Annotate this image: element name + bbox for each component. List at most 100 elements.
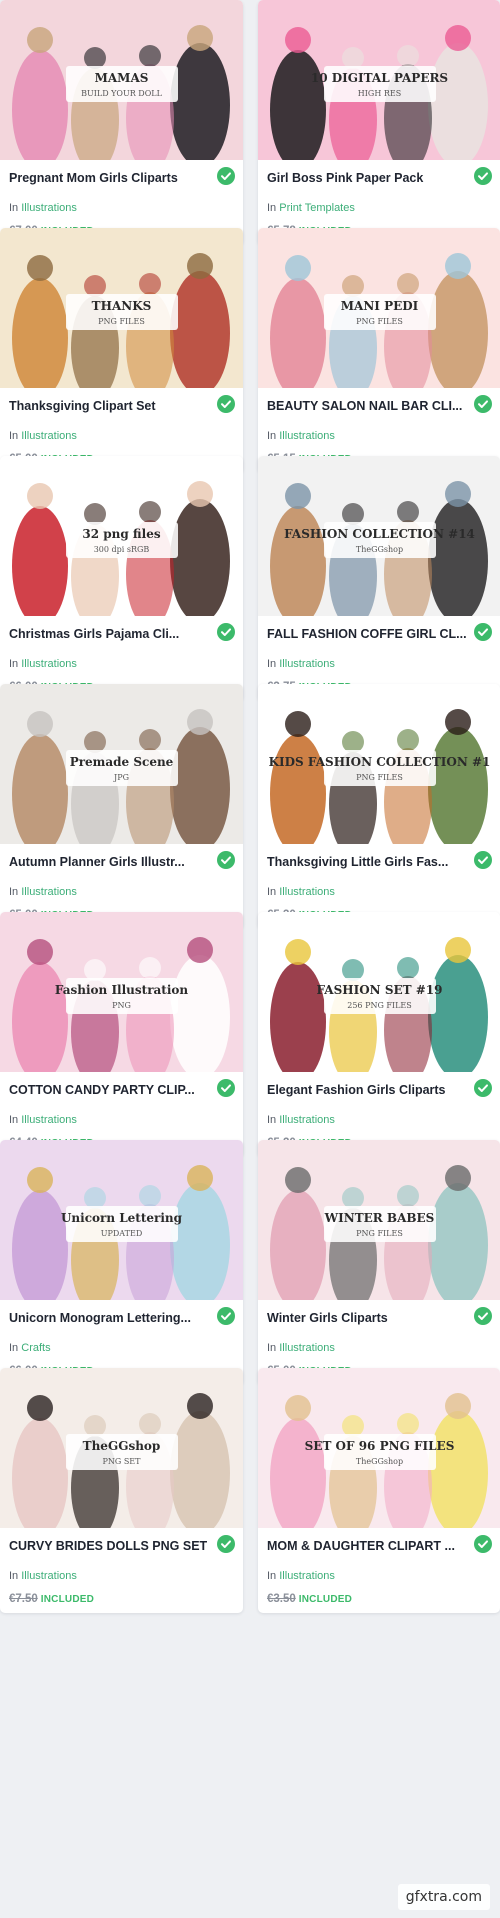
old-price: €7.50: [9, 1593, 38, 1605]
product-title[interactable]: COTTON CANDY PARTY CLIP...: [9, 1083, 209, 1097]
product-card[interactable]: FASHION COLLECTION #14 TheGGshop FALL FASH…: [258, 456, 500, 701]
category-prefix: In: [9, 1570, 19, 1582]
thumb-subcaption: BUILD YOUR DOLL: [81, 89, 162, 98]
category-prefix: In: [267, 658, 277, 670]
product-card[interactable]: FASHION SET #19 256 PNG FILES Elegant Fash…: [258, 912, 500, 1157]
category-link[interactable]: Illustrations: [21, 1570, 77, 1582]
category-prefix: In: [9, 202, 19, 214]
product-thumbnail[interactable]: FASHION SET #19 256 PNG FILES: [258, 912, 500, 1072]
category-link[interactable]: Illustrations: [279, 1570, 335, 1582]
thumb-subcaption: UPDATED: [101, 1229, 142, 1238]
product-title[interactable]: CURVY BRIDES DOLLS PNG SET: [9, 1539, 209, 1553]
thumb-caption: 32 png files: [82, 527, 160, 541]
category-link[interactable]: Print Templates: [279, 202, 355, 214]
thumb-caption: TheGGshop: [83, 1439, 161, 1453]
category-line: In Illustrations: [9, 1114, 77, 1126]
thumb-subcaption: HIGH RES: [358, 89, 401, 98]
product-title[interactable]: Unicorn Monogram Lettering...: [9, 1311, 209, 1325]
product-title[interactable]: Girl Boss Pink Paper Pack: [267, 171, 467, 185]
thumb-subcaption: 256 PNG FILES: [347, 1001, 411, 1010]
category-link[interactable]: Illustrations: [279, 1342, 335, 1354]
product-card[interactable]: THANKS PNG FILES Thanksgiving Clipart Set I…: [0, 228, 243, 473]
product-thumbnail[interactable]: Premade Scene JPG: [0, 684, 243, 844]
category-prefix: In: [9, 658, 19, 670]
category-link[interactable]: Illustrations: [21, 430, 77, 442]
category-prefix: In: [267, 886, 277, 898]
product-thumbnail[interactable]: 10 DIGITAL PAPERS HIGH RES: [258, 0, 500, 160]
category-link[interactable]: Illustrations: [279, 430, 335, 442]
category-link[interactable]: Illustrations: [279, 658, 335, 670]
product-thumbnail[interactable]: FASHION COLLECTION #14 TheGGshop: [258, 456, 500, 616]
thumb-caption: 10 DIGITAL PAPERS: [311, 71, 448, 85]
product-thumbnail[interactable]: THANKS PNG FILES: [0, 228, 243, 388]
included-badge: INCLUDED: [298, 1594, 353, 1605]
product-thumbnail[interactable]: SET OF 96 PNG FILES TheGGshop: [258, 1368, 500, 1528]
category-link[interactable]: Illustrations: [279, 1114, 335, 1126]
product-title[interactable]: Thanksgiving Clipart Set: [9, 399, 209, 413]
category-prefix: In: [9, 1114, 19, 1126]
category-prefix: In: [9, 886, 19, 898]
product-card[interactable]: WINTER BABES PNG FILES Winter Girls Clipar…: [258, 1140, 500, 1385]
product-card[interactable]: 10 DIGITAL PAPERS HIGH RES Girl Boss Pink …: [258, 0, 500, 245]
thumb-caption: FASHION SET #19: [316, 983, 442, 997]
thumb-subcaption: PNG FILES: [356, 1229, 403, 1238]
category-line: In Illustrations: [9, 430, 77, 442]
price-row: €3.50 INCLUDED: [267, 1593, 352, 1605]
product-thumbnail[interactable]: 32 png files 300 dpi sRGB: [0, 456, 243, 616]
product-title[interactable]: Pregnant Mom Girls Cliparts: [9, 171, 209, 185]
product-thumbnail[interactable]: KIDS FASHION COLLECTION #1 PNG FILES: [258, 684, 500, 844]
thumb-caption: MAMAS: [95, 71, 149, 85]
product-title[interactable]: Winter Girls Cliparts: [267, 1311, 467, 1325]
category-line: In Illustrations: [267, 1114, 335, 1126]
category-link[interactable]: Illustrations: [21, 886, 77, 898]
category-link[interactable]: Illustrations: [21, 1114, 77, 1126]
product-card[interactable]: KIDS FASHION COLLECTION #1 PNG FILES Thank…: [258, 684, 500, 929]
product-card[interactable]: Unicorn Lettering UPDATED Unicorn Monogram…: [0, 1140, 243, 1385]
product-title[interactable]: Thanksgiving Little Girls Fas...: [267, 855, 467, 869]
category-link[interactable]: Illustrations: [279, 886, 335, 898]
product-title[interactable]: MOM & DAUGHTER CLIPART ...: [267, 1539, 467, 1553]
old-price: €3.50: [267, 1593, 296, 1605]
thumb-subcaption: PNG SET: [103, 1457, 142, 1466]
category-prefix: In: [9, 1342, 19, 1354]
product-thumbnail[interactable]: WINTER BABES PNG FILES: [258, 1140, 500, 1300]
product-card[interactable]: TheGGshop PNG SET CURVY BRIDES DOLLS PNG S…: [0, 1368, 243, 1613]
thumb-caption: Fashion Illustration: [55, 983, 189, 997]
check-icon: [474, 395, 492, 413]
included-badge: INCLUDED: [40, 1594, 95, 1605]
product-title[interactable]: FALL FASHION COFFE GIRL CL...: [267, 627, 467, 641]
thumb-caption: THANKS: [92, 299, 152, 313]
category-line: In Illustrations: [267, 430, 335, 442]
category-line: In Print Templates: [267, 202, 355, 214]
check-icon: [474, 623, 492, 641]
product-title[interactable]: Christmas Girls Pajama Cli...: [9, 627, 209, 641]
product-card[interactable]: Fashion Illustration PNG COTTON CANDY PART…: [0, 912, 243, 1157]
category-link[interactable]: Illustrations: [21, 658, 77, 670]
thumb-caption: MANI PEDI: [341, 299, 419, 313]
category-line: In Illustrations: [267, 1570, 335, 1582]
product-thumbnail[interactable]: MAMAS BUILD YOUR DOLL: [0, 0, 243, 160]
product-card[interactable]: MAMAS BUILD YOUR DOLL Pregnant Mom Girls C…: [0, 0, 243, 245]
product-thumbnail[interactable]: Unicorn Lettering UPDATED: [0, 1140, 243, 1300]
category-prefix: In: [267, 1114, 277, 1126]
product-card[interactable]: MANI PEDI PNG FILES BEAUTY SALON NAIL BAR …: [258, 228, 500, 473]
category-line: In Illustrations: [267, 1342, 335, 1354]
thumb-subcaption: TheGGshop: [356, 545, 403, 554]
product-thumbnail[interactable]: Fashion Illustration PNG: [0, 912, 243, 1072]
product-card[interactable]: SET OF 96 PNG FILES TheGGshop MOM & DAUGHT…: [258, 1368, 500, 1613]
product-card[interactable]: Premade Scene JPG Autumn Planner Girls Ill…: [0, 684, 243, 929]
thumb-caption: Premade Scene: [70, 755, 174, 769]
category-prefix: In: [267, 1570, 277, 1582]
product-title[interactable]: Autumn Planner Girls Illustr...: [9, 855, 209, 869]
product-thumbnail[interactable]: MANI PEDI PNG FILES: [258, 228, 500, 388]
product-title[interactable]: Elegant Fashion Girls Cliparts: [267, 1083, 467, 1097]
category-link[interactable]: Illustrations: [21, 202, 77, 214]
thumb-subcaption: PNG FILES: [356, 317, 403, 326]
product-card[interactable]: 32 png files 300 dpi sRGB Christmas Girls …: [0, 456, 243, 701]
check-icon: [217, 395, 235, 413]
product-thumbnail[interactable]: TheGGshop PNG SET: [0, 1368, 243, 1528]
thumb-subcaption: TheGGshop: [356, 1457, 403, 1466]
category-link[interactable]: Crafts: [21, 1342, 50, 1354]
thumb-subcaption: PNG: [112, 1001, 131, 1010]
product-title[interactable]: BEAUTY SALON NAIL BAR CLI...: [267, 399, 467, 413]
